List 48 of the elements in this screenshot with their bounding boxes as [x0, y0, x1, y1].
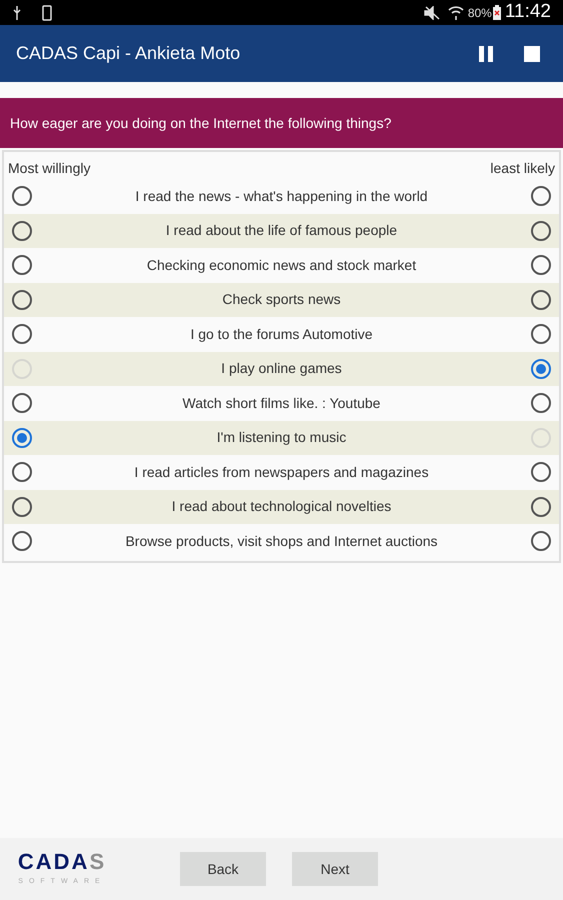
radio-button[interactable]	[12, 496, 32, 517]
answer-text: I read about technological novelties	[172, 497, 392, 516]
radio-button[interactable]	[531, 290, 551, 310]
radio-button[interactable]	[12, 393, 32, 414]
answer-text: Check sports news	[222, 290, 341, 310]
pause-icon	[479, 46, 493, 62]
clock: 11:42	[504, 0, 551, 24]
radio-button[interactable]	[531, 462, 551, 482]
logo-main: CADA	[18, 848, 90, 874]
radio-button[interactable]	[12, 462, 32, 482]
app-title: CADAS Capi - Ankieta Moto	[16, 42, 242, 65]
radio-button[interactable]	[531, 324, 551, 344]
phone-icon	[42, 4, 52, 20]
answer-text: I'm listening to music	[216, 428, 346, 448]
radio-button[interactable]	[12, 531, 32, 552]
logo-accent: S	[89, 848, 106, 874]
radio-button[interactable]	[12, 220, 32, 241]
answer-text: I go to the forums Automotive	[190, 324, 373, 344]
radio-button[interactable]	[531, 220, 551, 241]
usb-icon	[12, 6, 22, 20]
answer-text: Browse products, visit shops and Internet auctions	[125, 532, 438, 551]
radio-button[interactable]	[531, 186, 551, 206]
answer-text: Checking economic news and stock market	[146, 256, 416, 275]
battery-icon	[492, 5, 501, 20]
radio-button[interactable]	[531, 393, 551, 414]
answer-text: I read about the life of famous people	[166, 221, 398, 240]
radio-button[interactable]	[531, 531, 551, 552]
radio-button[interactable]	[531, 358, 551, 379]
nav-button[interactable]: Back	[180, 852, 266, 886]
radio-button[interactable]	[12, 186, 32, 206]
radio-button[interactable]	[531, 496, 551, 517]
radio-button[interactable]	[12, 428, 32, 448]
scale-right-label: least likely	[490, 159, 555, 178]
stop-icon	[524, 46, 540, 62]
answer-text: I read the news - what's happening in the world	[135, 186, 428, 206]
radio-button[interactable]	[12, 255, 32, 276]
mute-icon	[424, 6, 440, 20]
nav-button[interactable]: Next	[292, 852, 378, 886]
answer-text: Watch short films like. : Youtube	[182, 394, 380, 413]
radio-button[interactable]	[12, 290, 32, 310]
answer-text: I play online games	[221, 359, 342, 378]
radio-button[interactable]	[531, 255, 551, 276]
radio-button[interactable]	[12, 324, 32, 344]
scale-left-label: Most willingly	[8, 159, 90, 178]
battery-percent: 80%	[468, 4, 492, 22]
question-text: How eager are you doing on the Internet the following things?	[10, 114, 392, 133]
answer-text: I read articles from newspapers and magazines	[134, 462, 429, 482]
wifi-icon	[448, 4, 464, 20]
